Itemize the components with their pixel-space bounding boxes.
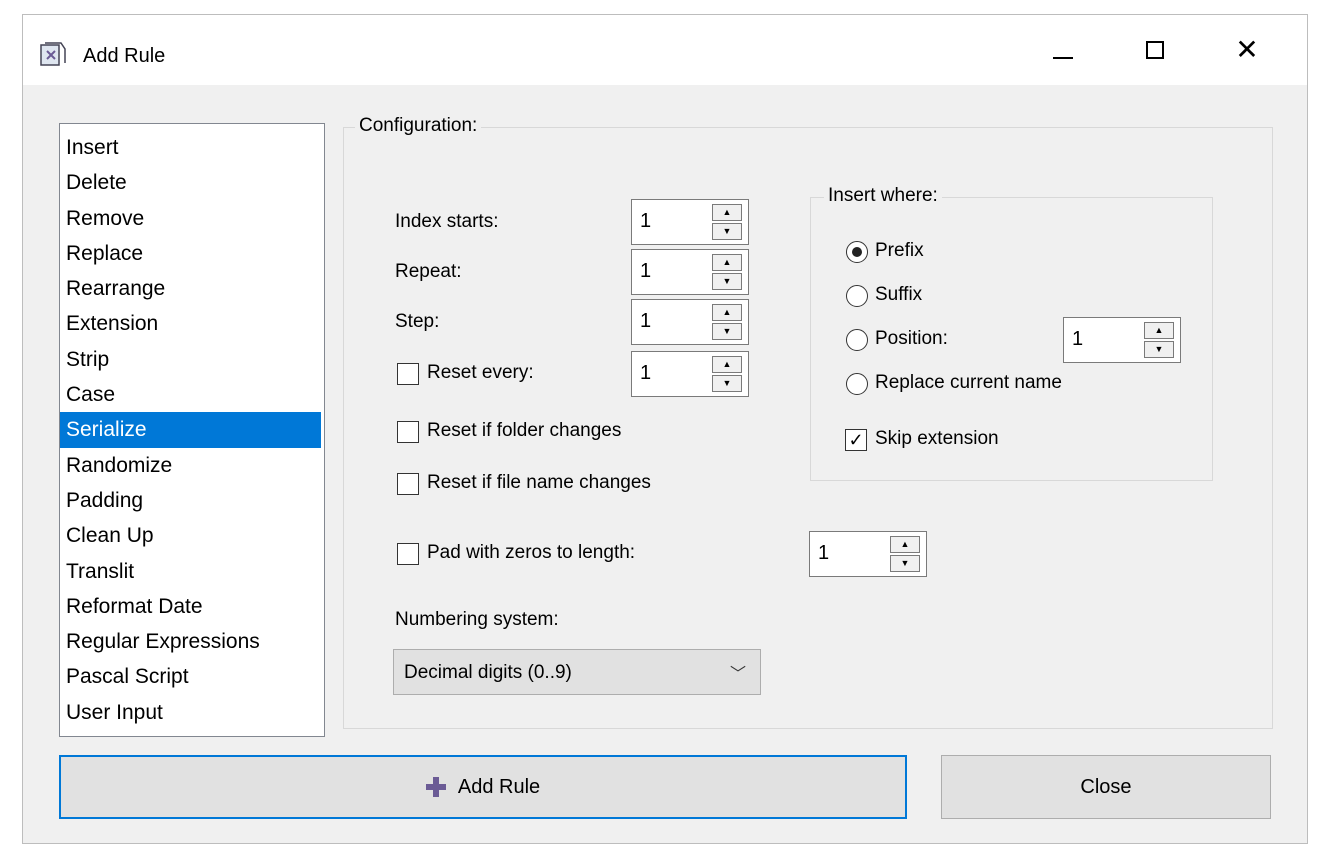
rule-item-replace[interactable]: Replace: [60, 236, 324, 271]
replace-current-radio[interactable]: [846, 373, 868, 395]
rule-item-randomize[interactable]: Randomize: [60, 448, 324, 483]
spin-up-icon[interactable]: ▲: [1144, 322, 1174, 339]
minimize-icon: [1053, 57, 1073, 59]
chevron-down-icon: ﹀: [729, 666, 746, 683]
pad-zeros-label: Pad with zeros to length:: [427, 542, 636, 563]
rule-item-pascal-script[interactable]: Pascal Script: [60, 659, 324, 694]
reset-filename-checkbox[interactable]: [397, 473, 419, 495]
spin-up-icon[interactable]: ▲: [712, 304, 742, 321]
numbering-system-select[interactable]: Decimal digits (0..9) ﹀: [393, 649, 761, 695]
skip-extension-label: Skip extension: [875, 428, 999, 449]
rule-item-case[interactable]: Case: [60, 377, 324, 412]
repeat-spinner[interactable]: 1 ▲ ▼: [631, 249, 749, 295]
rule-item-user-input[interactable]: User Input: [60, 695, 324, 730]
minimize-button[interactable]: [1029, 15, 1097, 85]
add-rule-dialog: Add Rule ✕ Insert Delete Remove Replace …: [22, 14, 1308, 844]
spin-up-icon[interactable]: ▲: [712, 204, 742, 221]
position-radio[interactable]: [846, 329, 868, 351]
reset-every-label: Reset every:: [427, 362, 534, 383]
rule-item-insert[interactable]: Insert: [60, 130, 324, 165]
pad-zeros-checkbox[interactable]: [397, 543, 419, 565]
rule-item-clean-up[interactable]: Clean Up: [60, 518, 324, 553]
app-icon: [40, 42, 66, 66]
close-window-button[interactable]: ✕: [1213, 15, 1281, 85]
window-title: Add Rule: [83, 45, 166, 67]
position-label: Position:: [875, 328, 948, 349]
spin-up-icon[interactable]: ▲: [890, 536, 920, 553]
rule-item-padding[interactable]: Padding: [60, 483, 324, 518]
index-starts-value: 1: [640, 210, 652, 232]
repeat-value: 1: [640, 260, 652, 282]
step-value: 1: [640, 310, 652, 332]
reset-every-spinner[interactable]: 1 ▲ ▼: [631, 351, 749, 397]
position-value: 1: [1072, 328, 1084, 350]
suffix-radio[interactable]: [846, 285, 868, 307]
close-label: Close: [1080, 775, 1132, 798]
spin-down-icon[interactable]: ▼: [712, 223, 742, 240]
rule-item-strip[interactable]: Strip: [60, 342, 324, 377]
rule-item-rearrange[interactable]: Rearrange: [60, 271, 324, 306]
suffix-label: Suffix: [875, 284, 923, 305]
step-spinner[interactable]: 1 ▲ ▼: [631, 299, 749, 345]
pad-zeros-value: 1: [818, 542, 830, 564]
add-rule-button[interactable]: Add Rule: [59, 755, 907, 819]
plus-icon: [425, 777, 446, 797]
numbering-system-value: Decimal digits (0..9): [404, 662, 572, 683]
rule-item-reformat-date[interactable]: Reformat Date: [60, 589, 324, 624]
maximize-button[interactable]: [1121, 15, 1189, 85]
replace-current-label: Replace current name: [875, 372, 1062, 393]
reset-every-checkbox[interactable]: [397, 363, 419, 385]
rule-item-remove[interactable]: Remove: [60, 201, 324, 236]
index-starts-label: Index starts:: [395, 211, 499, 232]
prefix-label: Prefix: [875, 240, 924, 261]
rules-listbox[interactable]: Insert Delete Remove Replace Rearrange E…: [59, 123, 325, 737]
step-label: Step:: [395, 311, 440, 332]
rule-item-regular-expressions[interactable]: Regular Expressions: [60, 624, 324, 659]
maximize-icon: [1146, 41, 1164, 59]
background-strip: [0, 0, 1321, 10]
title-bar: Add Rule ✕: [23, 15, 1307, 85]
close-icon: ✕: [1235, 34, 1259, 65]
index-starts-spinner[interactable]: 1 ▲ ▼: [631, 199, 749, 245]
reset-folder-checkbox[interactable]: [397, 421, 419, 443]
pad-zeros-spinner[interactable]: 1 ▲ ▼: [809, 531, 927, 577]
reset-folder-label: Reset if folder changes: [427, 420, 622, 441]
spin-up-icon[interactable]: ▲: [712, 254, 742, 271]
spin-down-icon[interactable]: ▼: [1144, 341, 1174, 358]
configuration-label: Configuration:: [355, 115, 482, 137]
skip-extension-checkbox[interactable]: ✓: [845, 429, 867, 451]
rule-item-serialize[interactable]: Serialize: [60, 412, 321, 448]
spin-up-icon[interactable]: ▲: [712, 356, 742, 373]
prefix-radio[interactable]: [846, 241, 868, 263]
spin-down-icon[interactable]: ▼: [712, 323, 742, 340]
spin-down-icon[interactable]: ▼: [712, 375, 742, 392]
rule-item-delete[interactable]: Delete: [60, 165, 324, 200]
reset-every-value: 1: [640, 362, 652, 384]
reset-filename-label: Reset if file name changes: [427, 472, 651, 493]
spin-down-icon[interactable]: ▼: [712, 273, 742, 290]
numbering-system-label: Numbering system:: [395, 609, 559, 630]
close-button[interactable]: Close: [941, 755, 1271, 819]
position-spinner[interactable]: 1 ▲ ▼: [1063, 317, 1181, 363]
repeat-label: Repeat:: [395, 261, 462, 282]
spin-down-icon[interactable]: ▼: [890, 555, 920, 572]
rule-item-extension[interactable]: Extension: [60, 306, 324, 341]
add-rule-label: Add Rule: [457, 775, 541, 798]
insert-where-label: Insert where:: [824, 185, 942, 207]
rule-item-translit[interactable]: Translit: [60, 554, 324, 589]
